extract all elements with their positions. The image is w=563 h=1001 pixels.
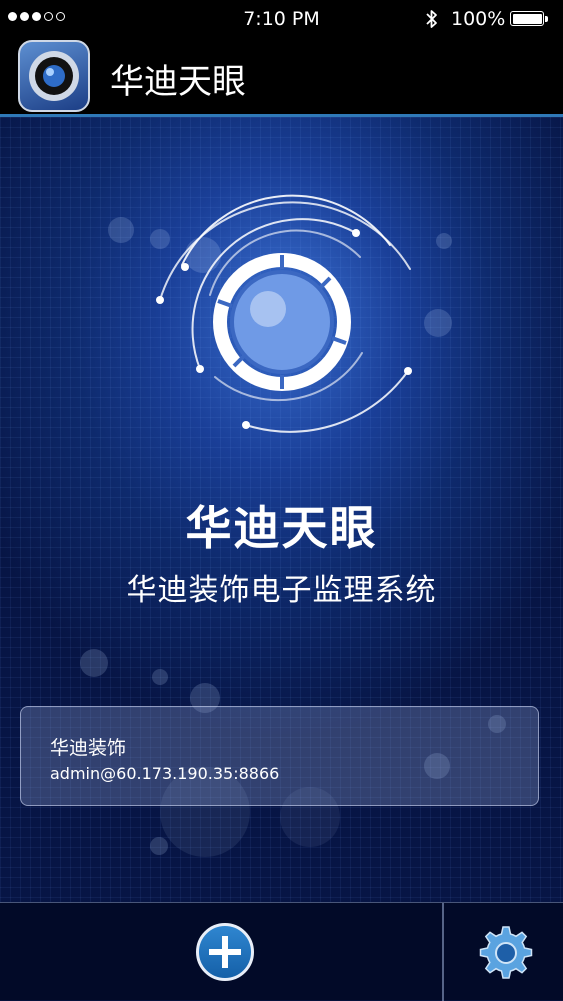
eye-lens-logo-icon [156,194,412,433]
bluetooth-icon [426,10,437,28]
main-content: 华迪天眼 华迪装饰电子监理系统 华迪装饰 admin@60.173.190.35… [0,117,563,902]
bottom-toolbar [0,902,563,1001]
toolbar-divider [442,903,444,1001]
hero-title: 华迪天眼 [185,501,378,555]
camera-lens-icon[interactable] [18,40,90,112]
battery-percent: 100% [451,8,506,30]
add-device-button[interactable] [196,923,254,981]
hero-subtitle: 华迪装饰电子监理系统 [126,573,437,608]
device-name: 华迪装饰 [50,737,127,759]
status-bar: 7:10 PM 100% [0,0,563,38]
settings-button[interactable] [476,923,536,983]
device-list-item[interactable]: 华迪装饰 admin@60.173.190.35:8866 [20,706,539,806]
battery-icon [510,11,548,26]
device-address: admin@60.173.190.35:8866 [50,764,280,783]
gear-icon [479,926,533,979]
app-header: 华迪天眼 [0,38,563,117]
app-title: 华迪天眼 [110,62,246,102]
plus-circle-icon [209,936,241,968]
